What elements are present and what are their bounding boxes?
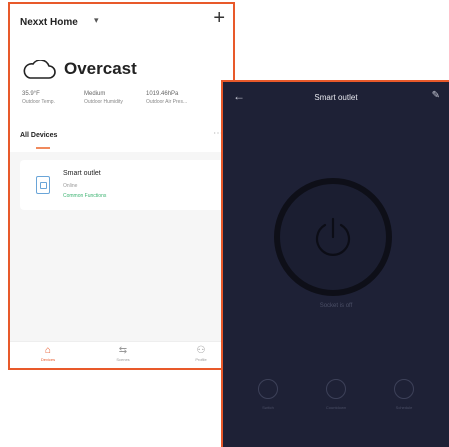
weather-stat-pressure: 1019.46hPa Outdoor Air Pres... [146, 90, 187, 106]
chevron-down-icon[interactable]: ▾ [94, 15, 99, 26]
detail-title: Smart outlet [314, 93, 358, 102]
profile-icon: ⚇ [196, 345, 206, 356]
control-label: Switch [262, 405, 274, 410]
weather-stat-temp: 35.9°F Outdoor Temp. [22, 90, 55, 106]
device-status: Online [63, 183, 78, 189]
outlet-icon [36, 176, 50, 194]
weather-stat-value: Medium [84, 91, 106, 97]
device-card[interactable]: Smart outlet Online Common Functions [20, 160, 227, 210]
weather-stat-value: 35.9°F [22, 91, 40, 97]
tab-label: Profile [195, 357, 207, 362]
tab-all-devices[interactable]: All Devices [20, 132, 57, 139]
switch-icon [258, 379, 278, 399]
control-label: Countdown [325, 405, 347, 410]
countdown-control[interactable]: Countdown [311, 379, 361, 410]
home-icon: ⌂ [44, 345, 52, 356]
weather-stat-humidity: Medium Outdoor Humidity [84, 90, 123, 106]
active-tab-indicator [36, 147, 50, 149]
weather-panel: Overcast 35.9°F Outdoor Temp. Medium Out… [10, 44, 233, 122]
home-header: Nexxt Home ▾ + [10, 4, 233, 44]
tab-label: Scenes [116, 357, 130, 362]
common-functions-link[interactable]: Common Functions [63, 193, 106, 199]
power-icon [315, 217, 351, 256]
tab-scenes[interactable]: ⇆ Scenes [98, 345, 148, 362]
tab-label: Devices [40, 357, 56, 362]
tab-profile[interactable]: ⚇ Profile [176, 345, 226, 362]
edit-icon[interactable]: ✎ [432, 90, 440, 101]
bottom-tab-bar: ⌂ Devices ⇆ Scenes ⚇ Profile [10, 341, 233, 368]
socket-status: Socket is off [319, 303, 353, 309]
countdown-icon [326, 379, 346, 399]
switch-control[interactable]: Switch [243, 379, 293, 410]
weather-stat-label: Outdoor Air Pres... [146, 99, 188, 105]
cloud-icon [23, 60, 56, 79]
scene-icon: ⇆ [118, 345, 128, 356]
control-label: Schedule [395, 405, 413, 410]
weather-stat-value: 1019.46hPa [146, 91, 179, 97]
home-title[interactable]: Nexxt Home [20, 17, 78, 28]
device-name: Smart outlet [63, 170, 101, 177]
weather-stat-label: Outdoor Temp. [22, 99, 55, 105]
schedule-control[interactable]: Schedule [379, 379, 429, 410]
weather-stat-label: Outdoor Humidity [84, 99, 123, 105]
weather-condition: Overcast [64, 59, 137, 78]
schedule-icon [394, 379, 414, 399]
add-device-button[interactable]: + [213, 8, 225, 28]
devices-section-header: All Devices ⋯ [10, 122, 233, 152]
tab-devices[interactable]: ⌂ Devices [23, 345, 73, 362]
power-button[interactable] [274, 178, 392, 296]
home-screen: Nexxt Home ▾ + Overcast 35.9°F Outdoor T… [8, 2, 235, 370]
outlet-detail-screen: ← Smart outlet ✎ Socket is off Switch Co… [221, 80, 449, 447]
